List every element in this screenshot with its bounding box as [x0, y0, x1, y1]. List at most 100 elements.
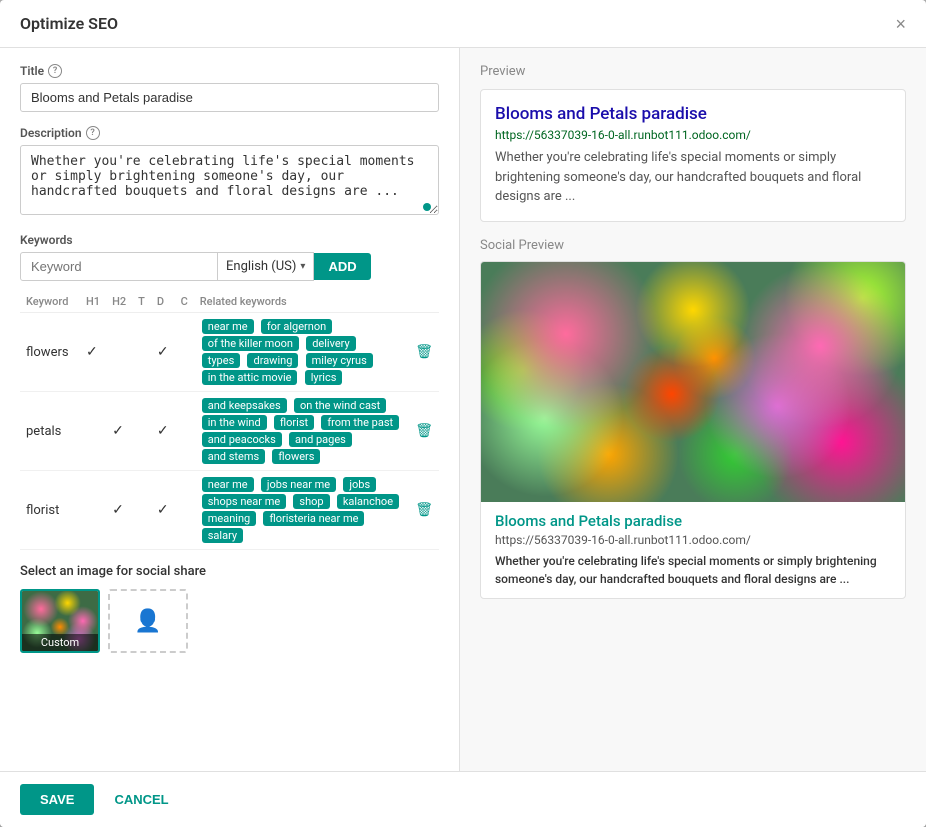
keyword-delete[interactable]: 🗑	[409, 471, 439, 550]
keyword-h1	[80, 471, 106, 550]
tag: jobs near me	[261, 477, 336, 492]
modal-footer: SAVE CANCEL	[0, 771, 926, 827]
delete-icon: 🗑	[415, 344, 433, 360]
left-panel: Title ? Description ? Whether you're cel…	[0, 48, 460, 771]
tag: jobs	[343, 477, 376, 492]
delete-icon: 🗑	[415, 423, 433, 439]
modal-header: Optimize SEO ×	[0, 0, 926, 48]
tag: and peacocks	[202, 432, 282, 447]
tag: kalanchoe	[337, 494, 399, 509]
right-panel: Preview Blooms and Petals paradise https…	[460, 48, 926, 771]
keyword-d: ✓	[151, 392, 175, 471]
keyword-word: flowers	[20, 313, 80, 392]
title-input[interactable]	[20, 83, 439, 112]
delete-icon: 🗑	[415, 502, 433, 518]
keyword-h2: ✓	[106, 471, 132, 550]
keyword-h2	[106, 313, 132, 392]
add-keyword-button[interactable]: ADD	[314, 253, 370, 280]
keyword-delete[interactable]: 🗑	[409, 313, 439, 392]
tag: from the past	[321, 415, 399, 430]
tag: and stems	[202, 449, 265, 464]
keyword-h1	[80, 392, 106, 471]
description-help-icon[interactable]: ?	[86, 126, 100, 140]
keyword-h2: ✓	[106, 392, 132, 471]
col-t: T	[132, 291, 151, 313]
custom-image-option[interactable]: Custom	[20, 589, 100, 653]
tag: salary	[202, 528, 243, 543]
modal-overlay: Optimize SEO × Title ?	[0, 0, 926, 827]
title-label: Title ?	[20, 64, 439, 78]
keyword-d: ✓	[151, 313, 175, 392]
keyword-word: florist	[20, 471, 80, 550]
keyword-tags: near me for algernon of the killer moon …	[194, 313, 409, 392]
tag: delivery	[306, 336, 356, 351]
tag: florist	[274, 415, 314, 430]
language-select-wrapper: English (US) ▾	[218, 252, 314, 281]
tag: types	[202, 353, 241, 368]
table-row: flowers ✓ ✓ near me for algernon of the …	[20, 313, 439, 392]
language-select[interactable]: English (US) ▾	[218, 253, 313, 280]
tag: near me	[202, 477, 254, 492]
social-preview-info: Blooms and Petals paradise https://56337…	[481, 502, 905, 598]
col-keyword: Keyword	[20, 291, 80, 313]
preview-description: Whether you're celebrating life's specia…	[495, 148, 891, 207]
keyword-t	[132, 313, 151, 392]
tag: miley cyrus	[306, 353, 373, 368]
keywords-label: Keywords	[20, 233, 439, 247]
col-c: C	[175, 291, 194, 313]
table-row: petals ✓ ✓ and keepsakes on the wind cas…	[20, 392, 439, 471]
social-preview-image	[481, 262, 905, 502]
col-related: Related keywords	[194, 291, 409, 313]
title-section: Title ?	[20, 64, 439, 112]
keyword-delete[interactable]: 🗑	[409, 392, 439, 471]
tag: in the wind	[202, 415, 267, 430]
empty-image-option[interactable]: 👤	[108, 589, 188, 653]
preview-box: Blooms and Petals paradise https://56337…	[480, 89, 906, 222]
description-label: Description ?	[20, 126, 439, 140]
tag: near me	[202, 319, 254, 334]
social-preview-url: https://56337039-16-0-all.runbot111.odoo…	[495, 533, 891, 547]
preview-url: https://56337039-16-0-all.runbot111.odoo…	[495, 128, 891, 142]
tag: of the killer moon	[202, 336, 299, 351]
col-h1: H1	[80, 291, 106, 313]
optimize-seo-modal: Optimize SEO × Title ?	[0, 0, 926, 827]
close-button[interactable]: ×	[895, 15, 906, 33]
social-preview-label: Social Preview	[480, 238, 906, 253]
tag: on the wind cast	[294, 398, 386, 413]
keyword-word: petals	[20, 392, 80, 471]
social-preview-title: Blooms and Petals paradise	[495, 512, 891, 530]
keyword-c	[175, 313, 194, 392]
col-d: D	[151, 291, 175, 313]
description-input[interactable]: Whether you're celebrating life's specia…	[20, 145, 439, 215]
keyword-tags: near me jobs near me jobs shops near me …	[194, 471, 409, 550]
tag: shops near me	[202, 494, 286, 509]
flower-background	[481, 262, 905, 502]
tag: and keepsakes	[202, 398, 287, 413]
table-row: florist ✓ ✓ near me jobs near me jobs	[20, 471, 439, 550]
col-h2: H2	[106, 291, 132, 313]
keywords-section: Keywords English (US) ▾ ADD	[20, 233, 439, 550]
keyword-t	[132, 471, 151, 550]
textarea-dot	[423, 203, 431, 211]
tag: in the attic movie	[202, 370, 298, 385]
keyword-h1: ✓	[80, 313, 106, 392]
save-button[interactable]: SAVE	[20, 784, 94, 815]
keyword-d: ✓	[151, 471, 175, 550]
tag: for algernon	[261, 319, 332, 334]
image-section-title: Select an image for social share	[20, 564, 439, 579]
social-preview-section: Social Preview Blooms and Petals paradis…	[480, 238, 906, 599]
modal-body: Title ? Description ? Whether you're cel…	[0, 48, 926, 771]
modal-title: Optimize SEO	[20, 14, 118, 33]
keyword-t	[132, 392, 151, 471]
cancel-button[interactable]: CANCEL	[104, 784, 178, 815]
keywords-row: English (US) ▾ ADD	[20, 252, 439, 281]
keyword-input[interactable]	[20, 252, 218, 281]
keyword-c	[175, 471, 194, 550]
title-help-icon[interactable]: ?	[48, 64, 62, 78]
tag: floristeria near me	[263, 511, 364, 526]
description-section: Description ? Whether you're celebrating…	[20, 126, 439, 219]
social-preview-description: Whether you're celebrating life's specia…	[495, 552, 891, 588]
image-section: Select an image for social share Custom …	[20, 564, 439, 653]
keyword-tags: and keepsakes on the wind cast in the wi…	[194, 392, 409, 471]
tag: lyrics	[305, 370, 343, 385]
